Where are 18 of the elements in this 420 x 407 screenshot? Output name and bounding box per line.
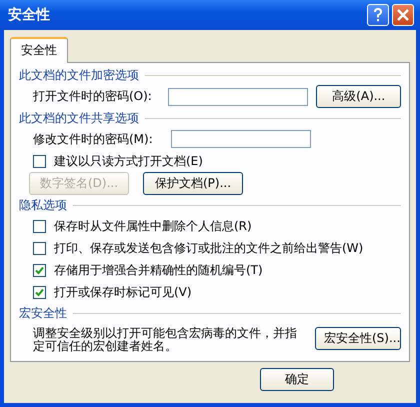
section-heading: 此文档的文件加密选项	[19, 66, 139, 84]
tab[interactable]: 安全性	[10, 37, 68, 63]
action-button[interactable]: 保护文档(P)...	[143, 172, 243, 195]
macro-security-button[interactable]: 宏安全性(S)...	[315, 327, 401, 350]
section-heading: 此文档的文件共享选项	[19, 110, 139, 126]
checkbox-label: 保存时从文件属性中删除个人信息(R)	[54, 218, 252, 234]
advanced-button[interactable]: 高级(A)...	[316, 85, 401, 108]
checkbox-label: 打开或保存时标记可见(V)	[54, 284, 192, 300]
window-title: 安全性	[8, 6, 50, 24]
checkbox-label: 打印、保存或发送包含修订或批注的文件之前给出警告(W)	[54, 240, 364, 256]
section-heading: 隐私选项	[19, 196, 67, 214]
description-text: 调整安全级别以打开可能包含宏病毒的文件，并指定可信任的宏创建者姓名。	[33, 325, 298, 353]
field-label: 修改文件时的密码(M):	[33, 130, 154, 148]
checkbox-label: 存储用于增强合并精确性的随机编号(T)	[54, 262, 263, 278]
section-heading: 宏安全性	[19, 304, 67, 322]
ok-button[interactable]: 确定	[260, 368, 334, 391]
checkbox-label: 建议以只读方式打开文档(E)	[54, 152, 203, 170]
field-label: 打开文件时的密码(O):	[33, 88, 153, 105]
